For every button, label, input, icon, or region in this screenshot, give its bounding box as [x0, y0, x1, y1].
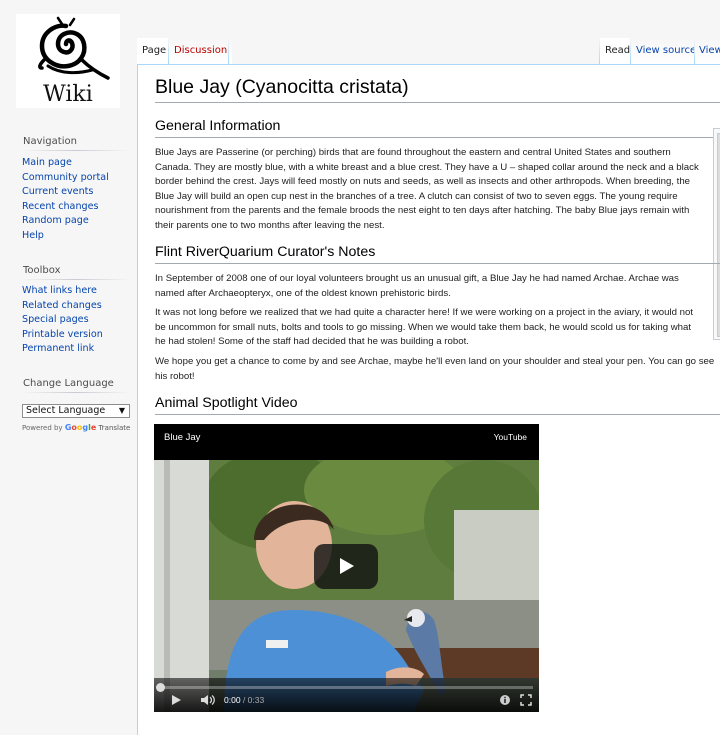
- section-heading-general-information: General Information: [155, 118, 281, 134]
- play-icon: [340, 558, 354, 574]
- fullscreen-icon: [520, 694, 532, 706]
- toolbox-link[interactable]: Related changes: [22, 300, 102, 311]
- dropdown-arrow-icon: ▼: [118, 406, 125, 415]
- toolbox-heading: Toolbox: [23, 265, 61, 276]
- image-thumbnail-edge[interactable]: [713, 128, 720, 340]
- language-divider: [22, 392, 130, 393]
- section-heading-curators-notes: Flint RiverQuarium Curator's Notes: [155, 244, 376, 260]
- tab-view-history-label: View: [699, 45, 720, 56]
- video-title[interactable]: Blue Jay: [164, 432, 200, 443]
- google-logo: Google: [64, 423, 97, 432]
- change-language-heading: Change Language: [23, 378, 114, 389]
- youtube-logo[interactable]: YouTube: [494, 432, 527, 442]
- language-select[interactable]: Select Language ▼: [22, 404, 130, 418]
- nav-link[interactable]: Community portal: [22, 172, 109, 183]
- nav-link[interactable]: Help: [22, 230, 44, 241]
- toolbox-item-permanent-link[interactable]: Permanent link: [22, 342, 103, 357]
- tab-view-source[interactable]: View source: [631, 38, 702, 64]
- video-player[interactable]: Blue Jay YouTube 0:00 / 0:33: [154, 424, 539, 712]
- section-underline: [155, 263, 720, 264]
- section-underline: [155, 414, 720, 415]
- play-control-button[interactable]: [170, 694, 182, 710]
- toolbox-divider: [22, 279, 130, 280]
- tab-separator: [228, 38, 229, 64]
- tab-view-history[interactable]: View: [695, 38, 720, 64]
- powered-by-label: Powered by: [22, 424, 63, 432]
- section-underline: [155, 137, 713, 138]
- volume-button[interactable]: [200, 694, 216, 710]
- page-title: Blue Jay (Cyanocitta cristata): [155, 76, 409, 98]
- paragraph-general-information: Blue Jays are Passerine (or perching) bi…: [155, 147, 699, 231]
- title-underline: [155, 102, 720, 103]
- tab-page-label: Page: [142, 45, 167, 56]
- video-duration: 0:33: [247, 695, 265, 705]
- progress-scrubber-handle[interactable]: [156, 683, 165, 692]
- progress-bar[interactable]: [160, 686, 533, 689]
- time-separator: /: [240, 695, 248, 705]
- nav-item-random-page[interactable]: Random page: [22, 214, 109, 229]
- toolbox-item-special-pages[interactable]: Special pages: [22, 313, 103, 328]
- toolbox-list: What links here Related changes Special …: [22, 284, 103, 357]
- nav-link[interactable]: Random page: [22, 215, 89, 226]
- nav-item-help[interactable]: Help: [22, 229, 109, 244]
- powered-by-google-translate[interactable]: Powered by Google Translate: [22, 423, 130, 432]
- toolbox-link[interactable]: What links here: [22, 285, 97, 296]
- toolbox-item-printable-version[interactable]: Printable version: [22, 328, 103, 343]
- translate-label: Translate: [98, 424, 131, 432]
- navigation-list: Main page Community portal Current event…: [22, 156, 109, 244]
- current-time: 0:00: [224, 695, 241, 705]
- tab-read-label: Read: [605, 45, 631, 56]
- tab-view-source-label: View source: [636, 45, 697, 56]
- nav-link[interactable]: Current events: [22, 186, 93, 197]
- toolbox-item-what-links-here[interactable]: What links here: [22, 284, 103, 299]
- nav-item-recent-changes[interactable]: Recent changes: [22, 200, 109, 215]
- site-logo[interactable]: Wiki: [16, 14, 120, 108]
- paragraph-curators-notes-3: We hope you get a chance to come by and …: [155, 356, 715, 382]
- tab-discussion[interactable]: Discussion: [169, 38, 233, 64]
- paragraph-curators-notes-2: It was not long before we realized that …: [155, 307, 694, 347]
- fullscreen-button[interactable]: [520, 694, 532, 710]
- toolbox-item-related-changes[interactable]: Related changes: [22, 299, 103, 314]
- toolbox-link[interactable]: Special pages: [22, 314, 89, 325]
- tab-page[interactable]: Page: [137, 38, 172, 64]
- volume-icon: [201, 695, 215, 705]
- tab-discussion-label: Discussion: [174, 45, 228, 56]
- info-button[interactable]: [499, 694, 511, 710]
- paragraph-curators-notes-1: In September of 2008 one of our loyal vo…: [155, 273, 679, 299]
- nav-item-community-portal[interactable]: Community portal: [22, 171, 109, 186]
- nav-item-current-events[interactable]: Current events: [22, 185, 109, 200]
- section-heading-animal-spotlight-video: Animal Spotlight Video: [155, 395, 298, 411]
- nav-item-main-page[interactable]: Main page: [22, 156, 109, 171]
- info-icon: [500, 695, 510, 705]
- time-readout: 0:00 / 0:33: [224, 695, 264, 705]
- language-select-value: Select Language: [26, 405, 106, 416]
- navigation-heading: Navigation: [23, 136, 77, 147]
- toolbox-link[interactable]: Permanent link: [22, 343, 94, 354]
- nav-link[interactable]: Main page: [22, 157, 72, 168]
- navigation-divider: [22, 150, 130, 151]
- toolbox-link[interactable]: Printable version: [22, 329, 103, 340]
- logo-wordmark: Wiki: [43, 82, 93, 107]
- play-icon: [172, 695, 181, 705]
- play-button[interactable]: [314, 544, 378, 589]
- nav-link[interactable]: Recent changes: [22, 201, 99, 212]
- snail-logo-icon: [38, 16, 110, 80]
